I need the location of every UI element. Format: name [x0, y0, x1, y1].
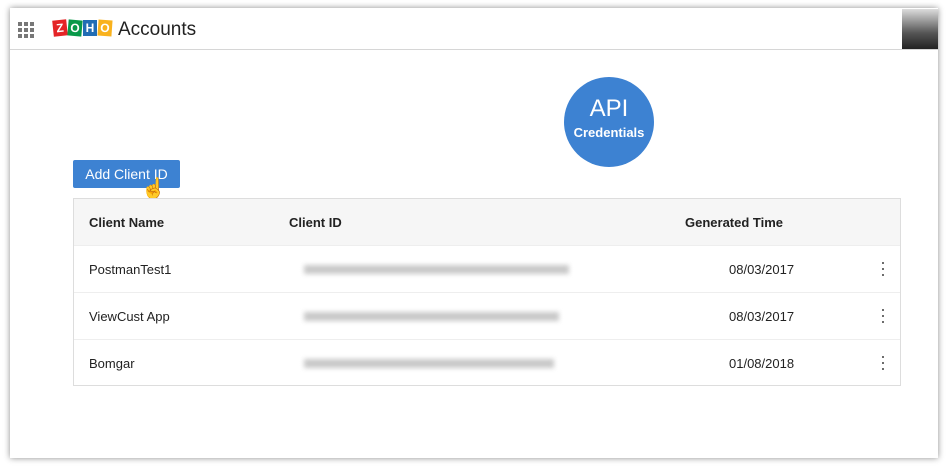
generated-time: 08/03/2017 [729, 309, 795, 324]
badge-line2: Credentials [573, 125, 645, 140]
more-options-icon[interactable]: · · · [880, 253, 886, 283]
app-window: ZOHO Accounts API Credentials Add Client… [10, 8, 938, 458]
col-client-id: Client ID [289, 215, 342, 230]
zoho-logo: ZOHO [52, 19, 113, 37]
table-row[interactable]: ViewCust App 08/03/2017 · · · [74, 292, 900, 339]
client-name: PostmanTest1 [89, 262, 172, 277]
table-row[interactable]: PostmanTest1 08/03/2017 · · · [74, 245, 900, 292]
app-title: Accounts [118, 19, 197, 40]
table-header: Client Name Client ID Generated Time [74, 199, 900, 245]
top-bar: ZOHO Accounts [10, 8, 938, 50]
app-grid-icon[interactable] [18, 22, 34, 38]
avatar[interactable] [902, 9, 938, 49]
client-name: ViewCust App [89, 309, 170, 324]
generated-time: 08/03/2017 [729, 262, 795, 277]
client-id-redacted [304, 312, 559, 321]
col-client-name: Client Name [89, 215, 165, 230]
client-name: Bomgar [89, 356, 135, 371]
more-options-icon[interactable]: · · · [880, 300, 886, 330]
table-row[interactable]: Bomgar 01/08/2018 · · · [74, 339, 900, 386]
badge-line1: API [589, 95, 629, 122]
generated-time: 01/08/2018 [729, 356, 795, 371]
col-generated-time: Generated Time [685, 215, 784, 230]
client-id-redacted [304, 359, 554, 368]
more-options-icon[interactable]: · · · [880, 347, 886, 377]
client-id-redacted [304, 265, 569, 274]
clients-table: Client Name Client ID Generated Time Pos… [73, 198, 901, 386]
api-credentials-badge: API Credentials [564, 77, 654, 167]
